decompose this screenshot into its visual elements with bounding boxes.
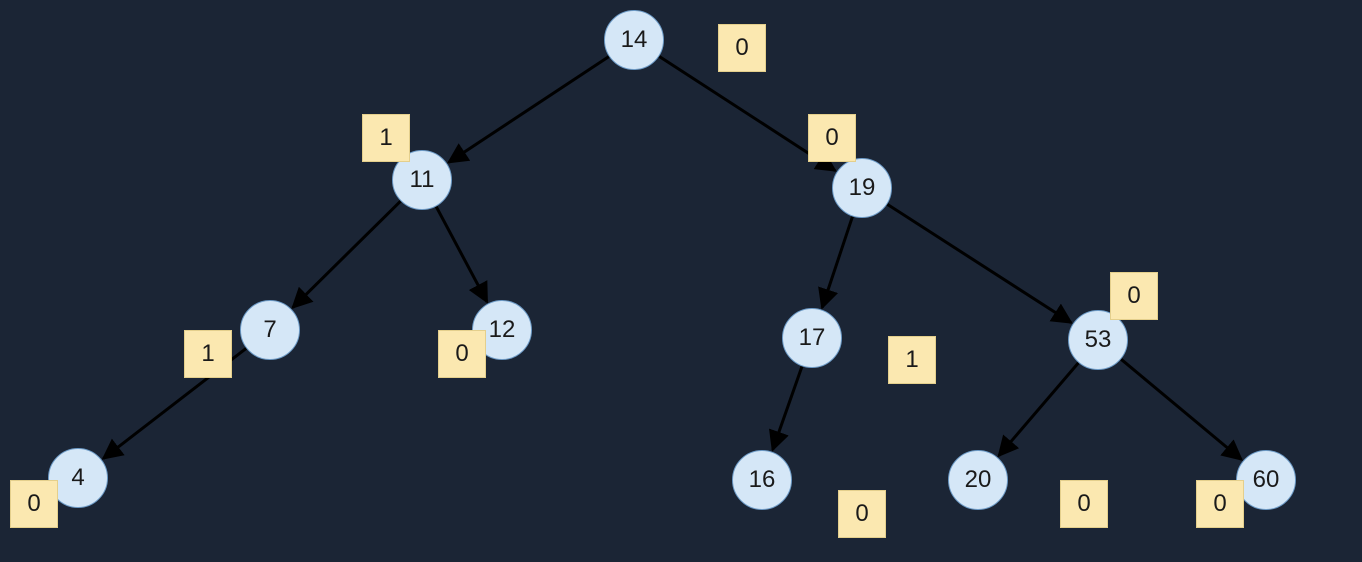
tree-diagram: 14 11 19 7 12 17 53 4 16 20 60 0 1 0 1 0… — [0, 0, 1362, 562]
tree-node-20: 20 — [948, 450, 1008, 510]
node-value: 17 — [799, 324, 826, 352]
node-value: 16 — [749, 466, 776, 494]
node-value: 4 — [71, 464, 84, 492]
node-value: 14 — [621, 26, 648, 54]
tree-node-19: 19 — [832, 158, 892, 218]
node-label-7: 1 — [184, 330, 232, 378]
tree-node-7: 7 — [240, 300, 300, 360]
node-value: 20 — [965, 466, 992, 494]
label-value: 0 — [1127, 282, 1140, 310]
node-label-4: 0 — [10, 480, 58, 528]
label-value: 1 — [201, 340, 214, 368]
label-value: 1 — [379, 124, 392, 152]
edge-11-7 — [293, 201, 401, 307]
node-label-19: 0 — [808, 114, 856, 162]
node-label-17: 1 — [888, 336, 936, 384]
edge-53-20 — [999, 363, 1079, 456]
tree-node-14: 14 — [604, 10, 664, 70]
node-value: 19 — [849, 174, 876, 202]
label-value: 0 — [855, 500, 868, 528]
edge-53-60 — [1121, 359, 1241, 459]
edge-19-17 — [822, 216, 852, 307]
label-value: 0 — [1077, 490, 1090, 518]
label-value: 0 — [27, 490, 40, 518]
label-value: 0 — [735, 34, 748, 62]
node-label-53: 0 — [1110, 272, 1158, 320]
node-label-14: 0 — [718, 24, 766, 72]
node-value: 12 — [489, 316, 516, 344]
node-label-16: 0 — [838, 490, 886, 538]
node-label-60: 0 — [1196, 480, 1244, 528]
node-value: 11 — [410, 166, 435, 194]
label-value: 0 — [455, 340, 468, 368]
label-value: 1 — [905, 346, 918, 374]
edge-11-12 — [436, 206, 487, 301]
edge-19-53 — [887, 204, 1071, 322]
node-label-12: 0 — [438, 330, 486, 378]
tree-node-17: 17 — [782, 308, 842, 368]
node-value: 53 — [1085, 326, 1112, 354]
node-value: 60 — [1253, 466, 1280, 494]
label-value: 0 — [825, 124, 838, 152]
tree-node-16: 16 — [732, 450, 792, 510]
edge-17-16 — [773, 366, 802, 450]
node-label-20: 0 — [1060, 480, 1108, 528]
tree-node-60: 60 — [1236, 450, 1296, 510]
label-value: 0 — [1213, 490, 1226, 518]
node-label-11: 1 — [362, 114, 410, 162]
edge-14-11 — [449, 57, 609, 163]
node-value: 7 — [263, 316, 276, 344]
